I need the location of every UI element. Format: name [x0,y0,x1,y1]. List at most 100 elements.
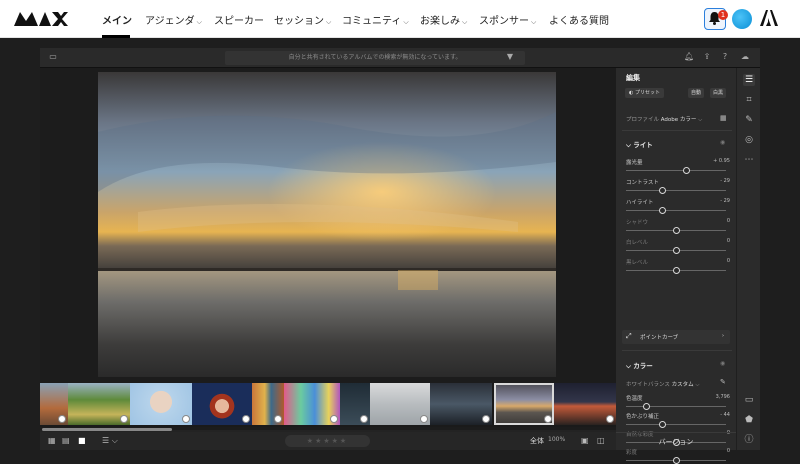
slider-label: 露光量 [626,160,643,166]
chevron-down-icon: ⌵ [695,382,700,388]
filmstrip-scrollbar[interactable] [42,428,172,431]
nav-sponsors[interactable]: スポンサー ⌵ [479,12,536,27]
profile-value: Adobe カラー [660,117,697,123]
user-avatar[interactable] [732,9,752,29]
slider-knob[interactable] [658,421,666,428]
white-balance-selector[interactable]: ホワイトバランス カスタム ⌵ [626,380,700,389]
panel-toggle-icon[interactable]: ▭ [48,52,58,62]
info-icon[interactable]: ⓘ [743,434,755,446]
star-rating[interactable]: ★★★★★ [285,435,370,447]
slider-knob[interactable] [658,207,666,214]
slider-value[interactable]: - 29 [720,178,730,184]
compare-icon[interactable]: ▣ [581,436,589,446]
nav-community[interactable]: コミュニティ ⌵ [342,12,409,27]
slider-value[interactable]: - 29 [720,198,730,204]
adobe-logo[interactable] [760,10,778,26]
thumbnail-foggy-lake[interactable] [370,383,430,425]
slider-value[interactable]: + 0.95 [713,158,730,164]
thumbnail-dark-water[interactable] [340,383,370,425]
thumbnail-salt-flat-sunset[interactable] [494,383,554,425]
search-bar[interactable]: 自分と共有されているアルバムでの検索が無効になっています。 [225,51,525,65]
square-grid-icon[interactable]: ▤ [62,436,70,446]
cloud-sync-icon [182,415,190,423]
slider-knob[interactable] [672,227,680,234]
zoom-value[interactable]: 100% [548,436,565,443]
chevron-down-icon: ⌵ [698,117,703,123]
masking-icon[interactable]: ◎ [743,134,755,146]
auto-button[interactable]: 自動 [688,88,704,98]
cloud-sync-icon [544,415,552,423]
thumbnail-redhead-woman-portrait[interactable] [192,383,252,425]
edit-sliders-icon[interactable]: ☰ [743,74,755,86]
cloud-sync-icon [58,415,66,423]
more-icon[interactable]: ⋯ [743,154,755,166]
cloud-sync-icon [120,415,128,423]
slider-knob[interactable] [682,167,690,174]
nav-community-label: コミュニティ [342,16,402,27]
thumbnail-dusk-horizon[interactable] [554,383,616,425]
slider-track[interactable] [626,190,726,191]
notification-count-badge: 1 [718,10,728,20]
zoom-fit-button[interactable]: 全体 [530,436,544,446]
notifications-button[interactable]: 1 [704,8,728,30]
tag-icon[interactable]: ⬟ [743,414,755,426]
help-icon[interactable]: ? [720,52,730,62]
sort-icon[interactable]: ☰ ⌵ [102,436,118,446]
slider-value[interactable]: 0 [727,238,730,244]
split-view-icon[interactable]: ◫ [597,436,605,446]
nav-agenda[interactable]: アジェンダ ⌵ [145,12,202,27]
crop-icon[interactable]: ⌗ [743,94,755,106]
grid-view-icon[interactable]: ▦ [48,436,56,446]
slider-knob[interactable] [672,247,680,254]
slider-track[interactable] [626,210,726,211]
point-curve-button[interactable]: ⤢ ポイントカーブ › [622,330,730,344]
color-section-header[interactable]: ⌵ カラー [626,360,653,371]
healing-brush-icon[interactable]: ✎ [743,114,755,126]
single-view-icon[interactable]: ■ [78,436,86,446]
nav-sessions-label: セッション [274,16,324,27]
nav-main[interactable]: メイン [102,12,132,27]
thumbnail-night-reflection[interactable] [430,383,492,425]
slider-track[interactable] [626,406,726,407]
slider-value[interactable]: - 44 [720,412,730,418]
main-photo[interactable] [98,72,556,377]
profile-selector[interactable]: プロファイル Adobe カラー ⌵ [626,115,702,124]
eyedropper-icon[interactable]: ✎ [720,378,726,386]
slider-track[interactable] [626,424,726,425]
eye-icon[interactable]: ◉ [720,139,725,146]
version-button[interactable]: バージョン [616,432,736,450]
bw-button[interactable]: 白黒 [710,88,726,98]
slider-knob[interactable] [642,403,650,410]
slider-value[interactable]: 3,796 [716,394,730,400]
curve-icon: ⤢ [626,332,632,340]
thumbnail-monument-valley[interactable] [40,383,68,425]
nav-sessions[interactable]: セッション ⌵ [274,12,331,27]
filter-icon[interactable]: ▼ [505,52,515,62]
bell-icon[interactable]: 🔔︎ [684,52,694,62]
app-toolbar: ▭ 自分と共有されているアルバムでの検索が無効になっています。 ▼ 🔔︎ ⇪ ?… [40,48,760,68]
nav-faq[interactable]: よくある質問 [549,12,609,27]
thumbnail-colorful-yarn[interactable] [284,383,340,425]
thumbnail-canal-houses[interactable] [252,383,284,425]
share-icon[interactable]: ⇪ [702,52,712,62]
slider-knob[interactable] [672,267,680,274]
thumbnail-vineyard-hills[interactable] [68,383,130,425]
thumbnail-elderly-woman-portrait[interactable] [130,383,192,425]
slider-value[interactable]: 0 [727,258,730,264]
nav-speakers[interactable]: スピーカー [214,12,264,27]
color-section-title: カラー [633,362,653,370]
slider-value[interactable]: 0 [727,218,730,224]
nav-fun[interactable]: お楽しみ ⌵ [420,12,467,27]
slider-knob[interactable] [672,457,680,464]
slider-track[interactable] [626,170,726,171]
chevron-right-icon: › [722,333,724,339]
cloud-icon[interactable]: ☁ [740,52,750,62]
profile-browser-icon[interactable]: ▦ [720,114,727,122]
slider-label: 白レベル [626,240,649,246]
max-logo[interactable] [14,12,68,26]
slider-knob[interactable] [658,187,666,194]
preset-button[interactable]: ◐ プリセット [625,88,664,98]
eye-icon[interactable]: ◉ [720,360,725,367]
light-section-header[interactable]: ⌵ ライト [626,139,653,150]
comment-icon[interactable]: ▭ [743,394,755,406]
